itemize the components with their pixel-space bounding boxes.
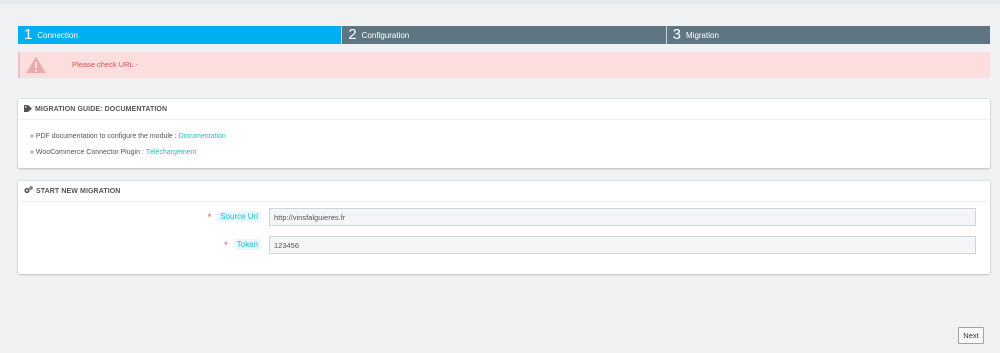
step-label: Migration xyxy=(686,30,719,40)
guide-line-documentation: » PDF documentation to configure the mod… xyxy=(30,129,990,145)
cogs-icon xyxy=(24,186,33,196)
panel-header: START NEW MIGRATION xyxy=(18,181,990,202)
documentation-link[interactable]: Documentation xyxy=(179,133,226,140)
label-text: Source Url xyxy=(217,211,261,222)
source-url-label: * Source Url xyxy=(208,211,261,222)
source-url-input[interactable]: http://vinsfalguieres.fr xyxy=(269,208,976,226)
step-migration[interactable]: 3 Migration xyxy=(665,26,990,44)
panel-header: MIGRATION GUIDE: DOCUMENTATION xyxy=(18,99,990,120)
step-label: Configuration xyxy=(361,30,410,40)
error-alert: Please check URL - xyxy=(18,52,990,78)
source-url-row: * Source Url http://vinsfalguieres.fr xyxy=(18,208,990,226)
step-number: 1 xyxy=(24,26,33,43)
step-number: 3 xyxy=(672,26,681,43)
token-input[interactable]: 123456 xyxy=(269,236,976,254)
download-link[interactable]: Téléchargement xyxy=(146,149,197,156)
token-label: * Token xyxy=(224,239,261,250)
start-migration-panel: START NEW MIGRATION * Source Url http://… xyxy=(18,181,990,274)
guide-text: » PDF documentation to configure the mod… xyxy=(30,133,177,140)
next-button[interactable]: Next xyxy=(958,327,984,344)
warning-icon xyxy=(25,56,47,76)
step-label: Connection xyxy=(37,30,78,40)
token-row: * Token 123456 xyxy=(18,236,990,254)
step-number: 2 xyxy=(348,26,357,43)
guide-text: » WooCommerce Connector Plugin : xyxy=(30,149,144,156)
panel-title: MIGRATION GUIDE: DOCUMENTATION xyxy=(35,105,168,113)
migration-guide-panel: MIGRATION GUIDE: DOCUMENTATION » PDF doc… xyxy=(18,99,990,168)
panel-title: START NEW MIGRATION xyxy=(36,187,121,195)
wizard-steps: 1 Connection 2 Configuration 3 Migration xyxy=(18,26,990,44)
step-connection[interactable]: 1 Connection xyxy=(18,26,342,44)
top-border xyxy=(0,0,1000,4)
step-configuration[interactable]: 2 Configuration xyxy=(341,26,666,44)
guide-line-plugin: » WooCommerce Connector Plugin : Télécha… xyxy=(30,145,990,161)
alert-message: Please check URL - xyxy=(72,60,138,69)
label-text: Token xyxy=(233,239,261,250)
alert-border xyxy=(18,52,20,78)
required-marker: * xyxy=(207,211,212,222)
tag-icon xyxy=(24,104,32,114)
required-marker: * xyxy=(224,239,228,250)
